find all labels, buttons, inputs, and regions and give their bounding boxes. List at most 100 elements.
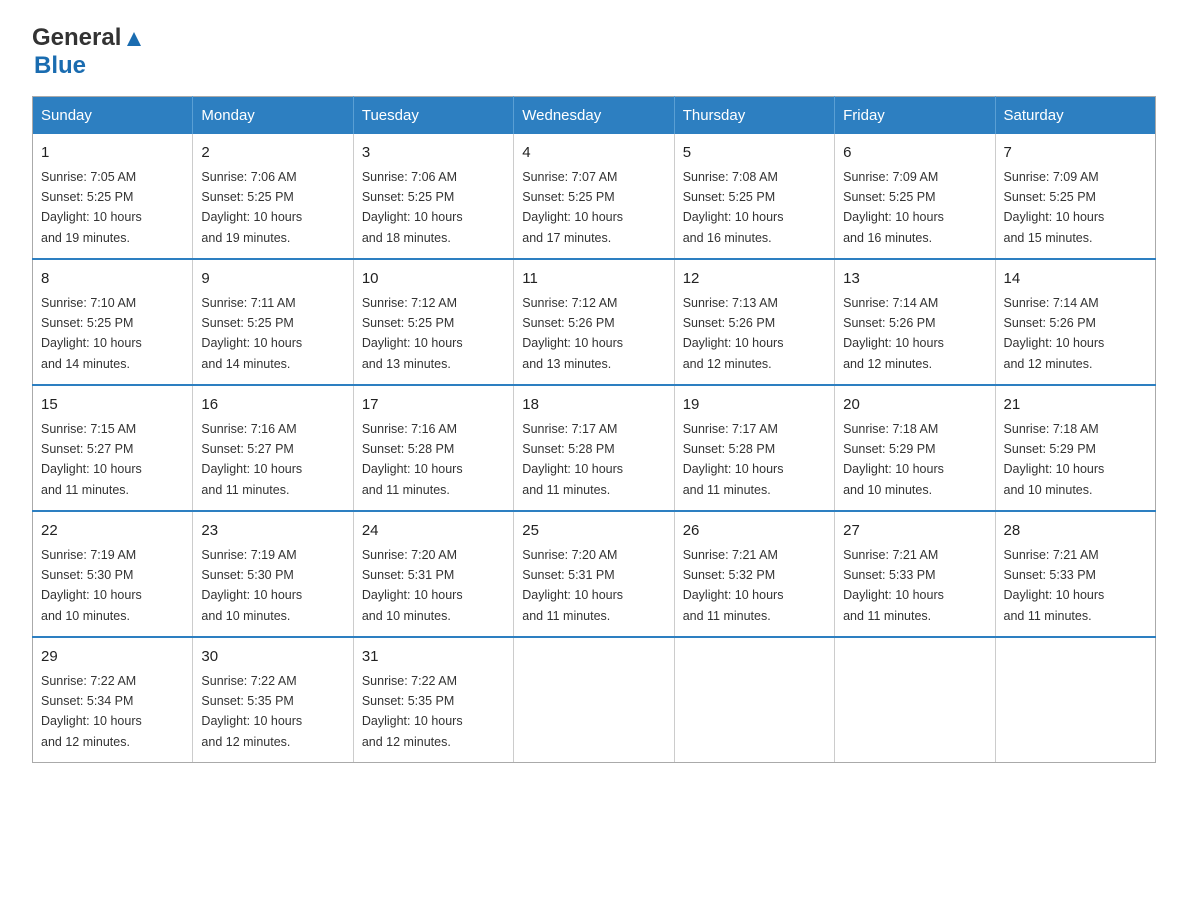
day-info: Sunrise: 7:10 AMSunset: 5:25 PMDaylight:… <box>41 296 142 371</box>
calendar-cell: 14 Sunrise: 7:14 AMSunset: 5:26 PMDaylig… <box>995 259 1155 385</box>
calendar-cell: 24 Sunrise: 7:20 AMSunset: 5:31 PMDaylig… <box>353 511 513 637</box>
day-number: 3 <box>362 142 505 165</box>
day-info: Sunrise: 7:07 AMSunset: 5:25 PMDaylight:… <box>522 170 623 245</box>
day-number: 8 <box>41 268 184 291</box>
calendar-cell <box>514 637 674 763</box>
day-info: Sunrise: 7:12 AMSunset: 5:26 PMDaylight:… <box>522 296 623 371</box>
week-row: 29 Sunrise: 7:22 AMSunset: 5:34 PMDaylig… <box>33 637 1156 763</box>
calendar-cell: 20 Sunrise: 7:18 AMSunset: 5:29 PMDaylig… <box>835 385 995 511</box>
day-info: Sunrise: 7:22 AMSunset: 5:34 PMDaylight:… <box>41 674 142 749</box>
calendar-cell: 15 Sunrise: 7:15 AMSunset: 5:27 PMDaylig… <box>33 385 193 511</box>
day-info: Sunrise: 7:06 AMSunset: 5:25 PMDaylight:… <box>201 170 302 245</box>
day-info: Sunrise: 7:14 AMSunset: 5:26 PMDaylight:… <box>1004 296 1105 371</box>
day-info: Sunrise: 7:21 AMSunset: 5:33 PMDaylight:… <box>843 548 944 623</box>
day-info: Sunrise: 7:16 AMSunset: 5:28 PMDaylight:… <box>362 422 463 497</box>
week-row: 22 Sunrise: 7:19 AMSunset: 5:30 PMDaylig… <box>33 511 1156 637</box>
day-number: 9 <box>201 268 344 291</box>
day-info: Sunrise: 7:21 AMSunset: 5:33 PMDaylight:… <box>1004 548 1105 623</box>
day-number: 4 <box>522 142 665 165</box>
calendar-header-row: SundayMondayTuesdayWednesdayThursdayFrid… <box>33 97 1156 135</box>
day-number: 17 <box>362 394 505 417</box>
day-header-saturday: Saturday <box>995 97 1155 135</box>
calendar-cell: 13 Sunrise: 7:14 AMSunset: 5:26 PMDaylig… <box>835 259 995 385</box>
calendar-table: SundayMondayTuesdayWednesdayThursdayFrid… <box>32 96 1156 763</box>
day-header-monday: Monday <box>193 97 353 135</box>
day-info: Sunrise: 7:18 AMSunset: 5:29 PMDaylight:… <box>843 422 944 497</box>
day-info: Sunrise: 7:17 AMSunset: 5:28 PMDaylight:… <box>683 422 784 497</box>
day-info: Sunrise: 7:05 AMSunset: 5:25 PMDaylight:… <box>41 170 142 245</box>
calendar-cell: 26 Sunrise: 7:21 AMSunset: 5:32 PMDaylig… <box>674 511 834 637</box>
day-info: Sunrise: 7:17 AMSunset: 5:28 PMDaylight:… <box>522 422 623 497</box>
day-number: 6 <box>843 142 986 165</box>
day-info: Sunrise: 7:12 AMSunset: 5:25 PMDaylight:… <box>362 296 463 371</box>
calendar-cell: 17 Sunrise: 7:16 AMSunset: 5:28 PMDaylig… <box>353 385 513 511</box>
day-info: Sunrise: 7:14 AMSunset: 5:26 PMDaylight:… <box>843 296 944 371</box>
day-number: 18 <box>522 394 665 417</box>
day-number: 22 <box>41 520 184 543</box>
day-info: Sunrise: 7:11 AMSunset: 5:25 PMDaylight:… <box>201 296 302 371</box>
day-number: 23 <box>201 520 344 543</box>
calendar-cell: 16 Sunrise: 7:16 AMSunset: 5:27 PMDaylig… <box>193 385 353 511</box>
calendar-cell: 4 Sunrise: 7:07 AMSunset: 5:25 PMDayligh… <box>514 134 674 259</box>
day-number: 20 <box>843 394 986 417</box>
day-number: 5 <box>683 142 826 165</box>
logo-blue-text: Blue <box>34 52 86 79</box>
day-number: 15 <box>41 394 184 417</box>
week-row: 8 Sunrise: 7:10 AMSunset: 5:25 PMDayligh… <box>33 259 1156 385</box>
calendar-cell: 5 Sunrise: 7:08 AMSunset: 5:25 PMDayligh… <box>674 134 834 259</box>
calendar-cell: 12 Sunrise: 7:13 AMSunset: 5:26 PMDaylig… <box>674 259 834 385</box>
page-header: General Blue <box>32 24 1156 80</box>
day-header-wednesday: Wednesday <box>514 97 674 135</box>
day-number: 25 <box>522 520 665 543</box>
day-info: Sunrise: 7:20 AMSunset: 5:31 PMDaylight:… <box>522 548 623 623</box>
day-number: 28 <box>1004 520 1147 543</box>
day-header-sunday: Sunday <box>33 97 193 135</box>
logo-general-text: General <box>32 24 121 52</box>
day-info: Sunrise: 7:15 AMSunset: 5:27 PMDaylight:… <box>41 422 142 497</box>
day-number: 21 <box>1004 394 1147 417</box>
calendar-cell <box>995 637 1155 763</box>
calendar-cell: 29 Sunrise: 7:22 AMSunset: 5:34 PMDaylig… <box>33 637 193 763</box>
day-info: Sunrise: 7:19 AMSunset: 5:30 PMDaylight:… <box>41 548 142 623</box>
logo-triangle-icon <box>123 28 145 50</box>
day-number: 16 <box>201 394 344 417</box>
day-info: Sunrise: 7:20 AMSunset: 5:31 PMDaylight:… <box>362 548 463 623</box>
day-number: 19 <box>683 394 826 417</box>
day-number: 29 <box>41 646 184 669</box>
calendar-cell: 6 Sunrise: 7:09 AMSunset: 5:25 PMDayligh… <box>835 134 995 259</box>
day-number: 24 <box>362 520 505 543</box>
day-info: Sunrise: 7:18 AMSunset: 5:29 PMDaylight:… <box>1004 422 1105 497</box>
day-number: 26 <box>683 520 826 543</box>
logo: General Blue <box>32 24 145 80</box>
day-number: 1 <box>41 142 184 165</box>
calendar-cell: 9 Sunrise: 7:11 AMSunset: 5:25 PMDayligh… <box>193 259 353 385</box>
calendar-cell: 31 Sunrise: 7:22 AMSunset: 5:35 PMDaylig… <box>353 637 513 763</box>
day-info: Sunrise: 7:16 AMSunset: 5:27 PMDaylight:… <box>201 422 302 497</box>
calendar-cell: 21 Sunrise: 7:18 AMSunset: 5:29 PMDaylig… <box>995 385 1155 511</box>
day-info: Sunrise: 7:06 AMSunset: 5:25 PMDaylight:… <box>362 170 463 245</box>
day-header-thursday: Thursday <box>674 97 834 135</box>
calendar-cell: 28 Sunrise: 7:21 AMSunset: 5:33 PMDaylig… <box>995 511 1155 637</box>
calendar-cell <box>835 637 995 763</box>
calendar-cell: 30 Sunrise: 7:22 AMSunset: 5:35 PMDaylig… <box>193 637 353 763</box>
day-number: 27 <box>843 520 986 543</box>
calendar-cell: 23 Sunrise: 7:19 AMSunset: 5:30 PMDaylig… <box>193 511 353 637</box>
day-number: 14 <box>1004 268 1147 291</box>
day-info: Sunrise: 7:09 AMSunset: 5:25 PMDaylight:… <box>843 170 944 245</box>
calendar-cell: 19 Sunrise: 7:17 AMSunset: 5:28 PMDaylig… <box>674 385 834 511</box>
day-info: Sunrise: 7:21 AMSunset: 5:32 PMDaylight:… <box>683 548 784 623</box>
day-number: 11 <box>522 268 665 291</box>
day-number: 30 <box>201 646 344 669</box>
calendar-cell: 3 Sunrise: 7:06 AMSunset: 5:25 PMDayligh… <box>353 134 513 259</box>
week-row: 1 Sunrise: 7:05 AMSunset: 5:25 PMDayligh… <box>33 134 1156 259</box>
calendar-cell: 8 Sunrise: 7:10 AMSunset: 5:25 PMDayligh… <box>33 259 193 385</box>
calendar-cell: 1 Sunrise: 7:05 AMSunset: 5:25 PMDayligh… <box>33 134 193 259</box>
calendar-cell: 7 Sunrise: 7:09 AMSunset: 5:25 PMDayligh… <box>995 134 1155 259</box>
day-info: Sunrise: 7:22 AMSunset: 5:35 PMDaylight:… <box>362 674 463 749</box>
day-number: 7 <box>1004 142 1147 165</box>
day-info: Sunrise: 7:13 AMSunset: 5:26 PMDaylight:… <box>683 296 784 371</box>
day-number: 13 <box>843 268 986 291</box>
day-info: Sunrise: 7:19 AMSunset: 5:30 PMDaylight:… <box>201 548 302 623</box>
day-number: 12 <box>683 268 826 291</box>
calendar-cell: 11 Sunrise: 7:12 AMSunset: 5:26 PMDaylig… <box>514 259 674 385</box>
